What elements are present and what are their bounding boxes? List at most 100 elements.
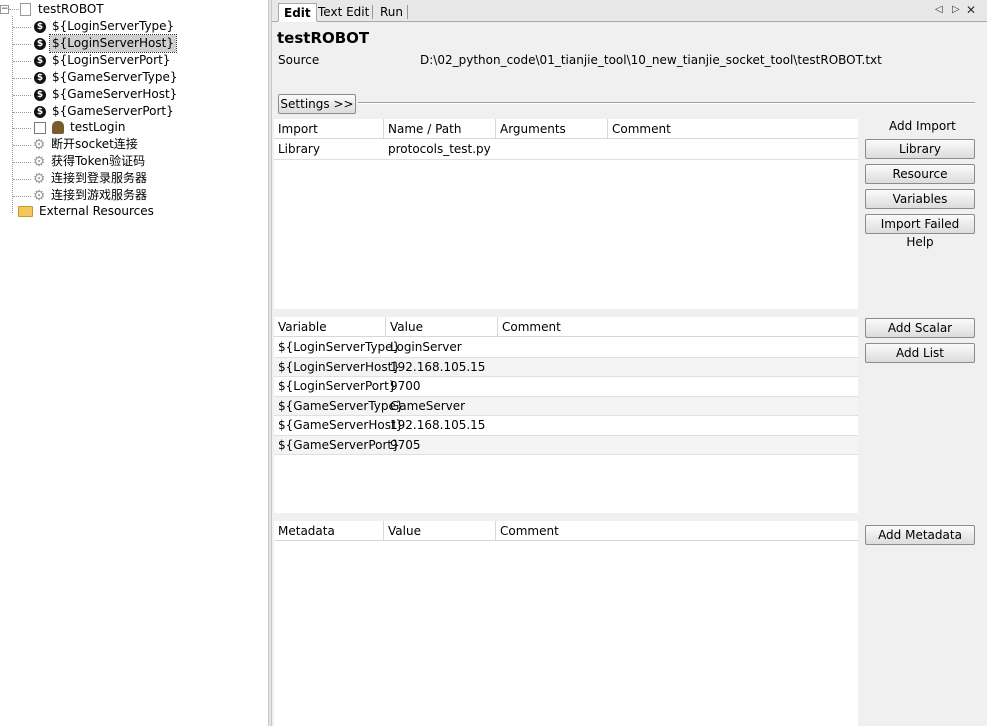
import-cell-type[interactable]: Library: [274, 140, 320, 159]
variable-icon: $: [34, 105, 46, 118]
variable-cell-comment[interactable]: [498, 416, 502, 435]
variable-icon: $: [34, 71, 46, 84]
col-header-arguments[interactable]: Arguments: [496, 119, 608, 139]
tree-variable-label: ${GameServerPort}: [52, 104, 174, 118]
folder-icon: [18, 206, 33, 217]
tree-keyword-label: 断开socket连接: [51, 137, 138, 151]
add-scalar-button[interactable]: Add Scalar: [865, 318, 975, 338]
variable-cell-comment[interactable]: [498, 358, 502, 377]
variable-cell-name[interactable]: ${LoginServerPort}: [274, 377, 396, 396]
tree-root[interactable]: testROBOT: [20, 1, 106, 18]
tree-connector: [13, 162, 31, 163]
metadata-table[interactable]: Metadata Value Comment: [274, 521, 858, 726]
import-cell-name[interactable]: protocols_test.py: [384, 140, 491, 159]
suite-title: testROBOT: [277, 29, 370, 47]
testcase-checkbox[interactable]: [34, 121, 46, 134]
variable-cell-comment[interactable]: [498, 338, 502, 357]
tree-keyword[interactable]: ⚙ 断开socket连接: [32, 136, 140, 153]
variable-cell-name[interactable]: ${LoginServerType}: [274, 338, 400, 357]
tab-text-edit[interactable]: Text Edit: [313, 3, 374, 22]
tree-connector: [13, 112, 31, 113]
settings-button[interactable]: Settings >>: [278, 94, 356, 114]
col-header-value[interactable]: Value: [384, 521, 496, 541]
import-table[interactable]: Import Name / Path Arguments Comment Lib…: [274, 119, 858, 309]
variable-cell-value[interactable]: 192.168.105.15: [386, 358, 485, 377]
col-header-comment[interactable]: Comment: [496, 521, 858, 541]
tree-keyword-label: 获得Token验证码: [51, 154, 146, 168]
import-cell-args[interactable]: [496, 140, 500, 159]
add-list-button[interactable]: Add List: [865, 343, 975, 363]
table-row[interactable]: ${LoginServerType} LoginServer: [274, 338, 858, 358]
variable-cell-name[interactable]: ${GameServerHost}: [274, 416, 403, 435]
tree-variable-label: ${LoginServerType}: [52, 19, 175, 33]
table-row[interactable]: ${LoginServerHost} 192.168.105.15: [274, 357, 858, 377]
grid-gap: [274, 309, 858, 317]
variable-cell-name[interactable]: ${LoginServerHost}: [274, 358, 400, 377]
variable-table[interactable]: Variable Value Comment ${LoginServerType…: [274, 317, 858, 513]
import-cell-comment[interactable]: [608, 140, 612, 159]
table-row[interactable]: ${GameServerPort} 9705: [274, 435, 858, 455]
tab-bar: Edit Text Edit Run ◁ ▷ ✕: [272, 0, 987, 22]
table-row[interactable]: ${GameServerHost} 192.168.105.15: [274, 416, 858, 436]
variable-cell-value[interactable]: 192.168.105.15: [386, 416, 485, 435]
table-row[interactable]: ${LoginServerPort} 9700: [274, 377, 858, 397]
variable-cell-value[interactable]: 9705: [386, 436, 421, 455]
variable-cell-comment[interactable]: [498, 436, 502, 455]
settings-divider: [358, 102, 975, 104]
tree-connector: [13, 196, 31, 197]
close-icon[interactable]: ✕: [966, 3, 976, 17]
tab-edit[interactable]: Edit: [278, 3, 317, 22]
tree-variable-label: ${LoginServerPort}: [52, 53, 171, 67]
import-failed-help-button[interactable]: Import Failed Help: [865, 214, 975, 249]
tree-variable[interactable]: $ ${LoginServerPort}: [34, 52, 172, 69]
scroll-left-icon[interactable]: ◁: [935, 4, 943, 15]
tab-run[interactable]: Run: [375, 3, 408, 22]
file-icon: [20, 3, 31, 16]
tree-keyword[interactable]: ⚙ 连接到登录服务器: [32, 170, 149, 187]
col-header-comment[interactable]: Comment: [498, 317, 858, 337]
col-header-import[interactable]: Import: [274, 119, 384, 139]
variable-cell-value[interactable]: GameServer: [386, 397, 465, 416]
add-metadata-button[interactable]: Add Metadata: [865, 525, 975, 545]
col-header-variable[interactable]: Variable: [274, 317, 386, 337]
collapse-toggle[interactable]: −: [0, 5, 9, 14]
tab-separator: [407, 5, 408, 19]
tree-connector: [12, 16, 13, 213]
source-label: Source: [278, 53, 320, 67]
variable-cell-name[interactable]: ${GameServerType}: [274, 397, 404, 416]
tree-connector: [13, 95, 31, 96]
col-header-metadata[interactable]: Metadata: [274, 521, 384, 541]
variable-cell-comment[interactable]: [498, 377, 502, 396]
tree-connector: [13, 78, 31, 79]
add-library-button[interactable]: Library: [865, 139, 975, 159]
tree-variable[interactable]: $ ${GameServerPort}: [34, 103, 176, 120]
variable-icon: $: [34, 54, 46, 67]
table-row[interactable]: Library protocols_test.py: [274, 140, 858, 160]
tree-testcase[interactable]: testLogin: [34, 119, 127, 136]
table-row[interactable]: ${GameServerType} GameServer: [274, 396, 858, 416]
tree-connector: [9, 9, 19, 10]
metadata-table-header: Metadata Value Comment: [274, 521, 858, 541]
variable-cell-value[interactable]: 9700: [386, 377, 421, 396]
add-resource-button[interactable]: Resource: [865, 164, 975, 184]
tree-keyword[interactable]: ⚙ 连接到游戏服务器: [32, 187, 149, 204]
add-variables-button[interactable]: Variables: [865, 189, 975, 209]
tree-external-resources[interactable]: External Resources: [18, 203, 156, 220]
tree-variable[interactable]: $ ${GameServerType}: [34, 69, 180, 86]
variable-cell-comment[interactable]: [498, 397, 502, 416]
col-header-comment[interactable]: Comment: [608, 119, 858, 139]
tree-variable[interactable]: $ ${GameServerHost}: [34, 86, 179, 103]
variable-cell-value[interactable]: LoginServer: [386, 338, 462, 357]
variable-icon: $: [34, 37, 46, 50]
tree-variable[interactable]: $ ${LoginServerType}: [34, 18, 176, 35]
tree-keyword[interactable]: ⚙ 获得Token验证码: [32, 153, 147, 170]
gear-icon: ⚙: [32, 187, 46, 204]
scroll-right-icon[interactable]: ▷: [952, 4, 960, 15]
tree-testcase-label: testLogin: [70, 120, 126, 134]
col-header-value[interactable]: Value: [386, 317, 498, 337]
variable-table-header: Variable Value Comment: [274, 317, 858, 337]
col-header-name-path[interactable]: Name / Path: [384, 119, 496, 139]
variable-cell-name[interactable]: ${GameServerPort}: [274, 436, 400, 455]
gear-icon: ⚙: [32, 153, 46, 170]
tree-variable[interactable]: $ ${LoginServerHost}: [34, 34, 177, 53]
